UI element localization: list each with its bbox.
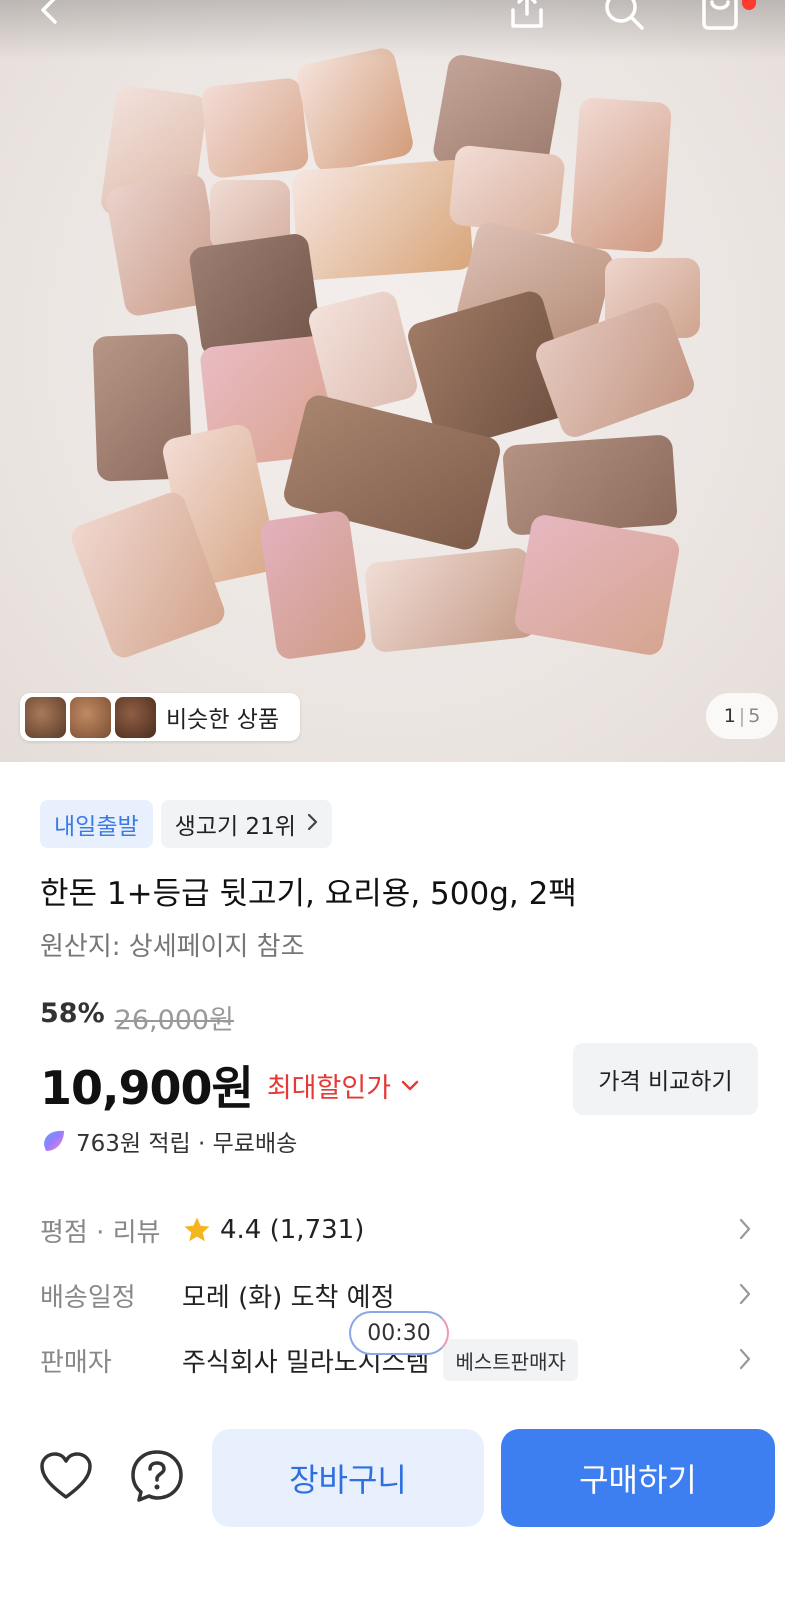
similar-thumbnail (25, 696, 66, 738)
reward-points-icon (44, 1130, 64, 1151)
page-current: 1 (723, 705, 736, 727)
max-discount-label: 최대할인가 (266, 1072, 392, 1104)
product-title: 한돈 1+등급 뒷고기, 요리용, 500g, 2팩 (40, 876, 577, 912)
chevron-right-icon (738, 1217, 752, 1245)
chevron-left-icon (41, 0, 57, 24)
share-button[interactable] (503, 0, 551, 34)
meat-piece (502, 434, 678, 536)
wishlist-button[interactable] (38, 1448, 94, 1504)
meat-piece (448, 144, 566, 236)
meat-piece (569, 96, 673, 254)
delivery-label: 배송일정 (40, 1282, 136, 1313)
chevron-right-icon (738, 1347, 752, 1375)
chevron-right-icon (306, 812, 318, 836)
add-to-cart-button[interactable]: 장바구니 (212, 1429, 484, 1527)
product-origin: 원산지: 상세페이지 참조 (40, 932, 305, 962)
sale-price: 10,900원 (40, 1061, 254, 1115)
ranking-label: 생고기 21위 (174, 814, 296, 840)
rating-value-wrap: 4.4 (1,731) (182, 1215, 364, 1245)
points-row: 763원 적립 · 무료배송 (40, 1124, 297, 1158)
badge-row: 내일출발 생고기 21위 (40, 800, 332, 848)
star-icon (184, 1217, 210, 1242)
similar-thumbnail (115, 696, 156, 738)
search-button[interactable] (600, 0, 648, 34)
bottom-action-bar: 장바구니 구매하기 (0, 1400, 800, 1540)
cart-icon (702, 0, 738, 30)
page-separator: | (738, 705, 746, 727)
best-seller-badge: 베스트판매자 (443, 1339, 578, 1381)
buy-now-button[interactable]: 구매하기 (501, 1429, 775, 1527)
meat-piece (512, 512, 682, 658)
back-button[interactable] (26, 0, 74, 34)
meat-piece (294, 45, 416, 175)
cart-button[interactable] (696, 0, 744, 34)
discount-rate: 58% (40, 998, 105, 1029)
similar-thumbnail (70, 696, 111, 738)
meat-piece (363, 546, 538, 654)
image-page-indicator: 1 | 5 (706, 693, 778, 739)
page-total: 5 (748, 705, 761, 727)
max-discount-toggle[interactable]: 최대할인가 (267, 1066, 419, 1105)
price-row: 10,900원 최대할인가 (40, 1052, 419, 1118)
price-compare-button[interactable]: 가격 비교하기 (573, 1043, 758, 1115)
timer-bubble: 00:30 (349, 1311, 449, 1355)
meat-piece (258, 509, 368, 661)
similar-products-chip[interactable]: 비슷한 상품 (20, 693, 300, 741)
chevron-down-icon (401, 1073, 419, 1097)
hero-topbar-shade (0, 0, 785, 60)
meat-piece (200, 77, 310, 179)
discount-row: 58% 26,000원 (40, 998, 234, 1037)
similar-products-label: 비슷한 상품 (166, 707, 280, 733)
meat-piece (291, 159, 474, 281)
inquiry-button[interactable] (129, 1448, 185, 1504)
original-price: 26,000원 (114, 1005, 234, 1036)
share-icon (511, 0, 543, 28)
search-icon (605, 0, 644, 30)
delivery-value: 모레 (화) 도착 예정 (182, 1282, 395, 1313)
heart-icon (40, 1452, 92, 1499)
rating-value: 4.4 (1,731) (220, 1215, 365, 1245)
rating-review-row[interactable]: 평점 · 리뷰 4.4 (1,731) (40, 1205, 760, 1255)
chevron-right-icon (738, 1282, 752, 1310)
rating-label: 평점 · 리뷰 (40, 1217, 161, 1248)
ranking-badge[interactable]: 생고기 21위 (160, 800, 332, 848)
product-image[interactable]: 비슷한 상품 1 | 5 (0, 0, 785, 762)
question-icon (131, 1450, 183, 1502)
seller-label: 판매자 (40, 1347, 112, 1378)
delivery-badge: 내일출발 (40, 800, 153, 848)
points-text: 763원 적립 · 무료배송 (76, 1131, 298, 1157)
